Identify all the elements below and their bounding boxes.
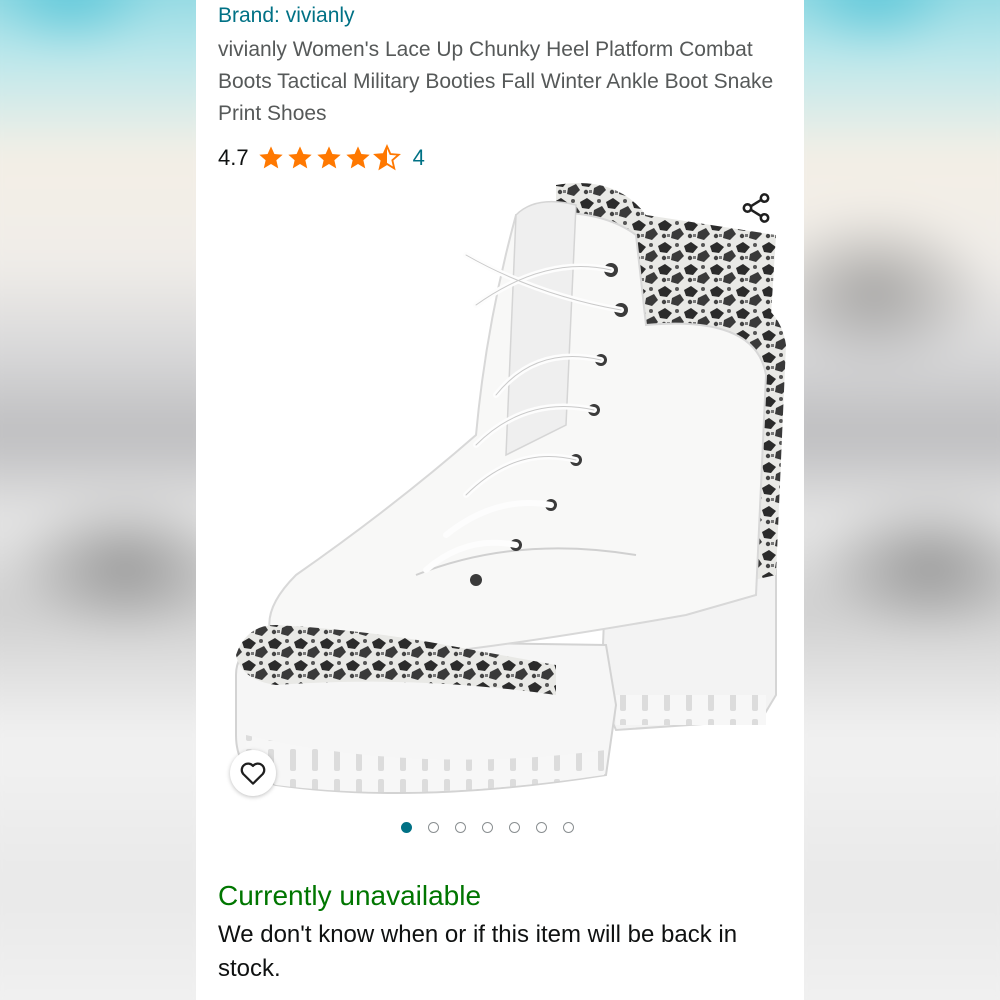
star-full-icon <box>287 146 312 169</box>
star-half-icon <box>372 144 401 171</box>
carousel-dot[interactable] <box>455 822 466 833</box>
product-panel: Brand: vivianly vivianly Women's Lace Up… <box>196 0 804 1000</box>
carousel-dot[interactable] <box>428 822 439 833</box>
wishlist-button[interactable] <box>230 750 276 796</box>
blurred-background-left <box>0 0 196 1000</box>
product-title: vivianly Women's Lace Up Chunky Heel Pla… <box>218 38 774 125</box>
heart-icon <box>240 762 266 785</box>
brand-link[interactable]: Brand: vivianly <box>218 4 355 28</box>
carousel-dot[interactable] <box>401 822 412 833</box>
rating-value: 4.7 <box>218 145 249 170</box>
carousel-dot[interactable] <box>563 822 574 833</box>
blurred-background-right <box>804 0 1000 1000</box>
product-image[interactable] <box>216 175 786 815</box>
carousel-dot[interactable] <box>536 822 547 833</box>
availability-status: Currently unavailable <box>218 880 482 911</box>
share-button[interactable] <box>736 188 776 228</box>
availability-message: We don't know when or if this item will … <box>218 921 738 982</box>
carousel-dot[interactable] <box>482 822 493 833</box>
star-full-icon <box>345 146 370 169</box>
star-rating <box>257 144 401 172</box>
carousel-dot[interactable] <box>509 822 520 833</box>
image-carousel-dots <box>401 822 574 833</box>
share-icon <box>742 193 770 223</box>
star-full-icon <box>316 146 341 169</box>
rating-row[interactable]: 4.7 4 <box>218 142 425 174</box>
rating-count-link[interactable]: 4 <box>413 145 425 171</box>
star-full-icon <box>258 146 283 169</box>
